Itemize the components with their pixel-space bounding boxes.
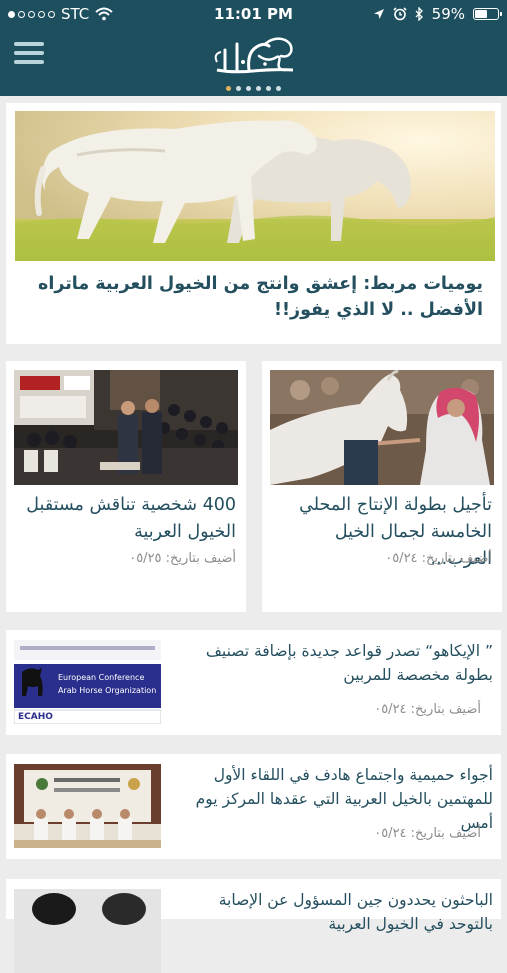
article-thumbnail: [14, 764, 161, 848]
bluetooth-icon: [415, 7, 423, 21]
carrier-info: STC: [8, 5, 113, 23]
article-card[interactable]: تأجيل بطولة الإنتاج المحلي الخامسة لجمال…: [262, 361, 502, 612]
page-dot[interactable]: [246, 85, 251, 91]
status-icons: 59%: [373, 5, 502, 23]
page-dot[interactable]: [256, 85, 261, 91]
article-thumbnail: European Conference Arab Horse Organizat…: [14, 640, 161, 724]
page-dot[interactable]: [226, 85, 231, 91]
featured-article-card[interactable]: يوميات مربط: إعشق وانتج من الخيول العربي…: [6, 103, 501, 344]
article-date: أضيف بتاريخ: ٠٥/٢٤: [385, 551, 492, 566]
list-item[interactable]: الباحثون يحددون جين المسؤول عن الإصابة ب…: [6, 879, 501, 973]
article-image: [270, 370, 494, 485]
article-thumbnail: [14, 889, 161, 973]
page-indicator[interactable]: [0, 80, 507, 96]
article-title[interactable]: الباحثون يحددون جين المسؤول عن الإصابة ب…: [178, 888, 493, 936]
article-title[interactable]: أجواء حميمية واجتماع هادف في اللقاء الأو…: [178, 763, 493, 835]
thumb-line2: Arab Horse Organization: [58, 686, 156, 695]
page-dot[interactable]: [276, 85, 281, 91]
article-date: أضيف بتاريخ: ٠٥/٢٤: [374, 826, 481, 841]
list-item[interactable]: European Conference Arab Horse Organizat…: [6, 630, 501, 735]
article-date: أضيف بتاريخ: ٠٥/٢٤: [374, 702, 481, 717]
list-item[interactable]: أجواء حميمية واجتماع هادف في اللقاء الأو…: [6, 754, 501, 859]
article-date: أضيف بتاريخ: ٠٥/٢٥: [129, 551, 236, 566]
page-dot[interactable]: [236, 85, 241, 91]
featured-article-image: [15, 111, 495, 261]
article-title[interactable]: 400 شخصية تناقش مستقبل الخيول العربية: [12, 492, 236, 546]
status-bar: STC 11:01 PM 59%: [0, 0, 507, 28]
location-arrow-icon: [373, 9, 384, 19]
battery-fill: [475, 10, 487, 18]
thumb-org: ECAHO: [18, 712, 53, 722]
alkhaial-logo[interactable]: [203, 32, 303, 78]
alarm-clock-icon: [393, 7, 407, 21]
article-title[interactable]: ” الإيكاهو“ تصدر قواعد جديدة بإضافة تصني…: [178, 639, 493, 687]
thumb-line1: European Conference: [58, 673, 144, 682]
featured-article-title[interactable]: يوميات مربط: إعشق وانتج من الخيول العربي…: [26, 271, 483, 323]
battery-percent: 59%: [431, 5, 465, 23]
article-image: [14, 370, 238, 485]
page-dot[interactable]: [266, 85, 271, 91]
article-card[interactable]: 400 شخصية تناقش مستقبل الخيول العربية أض…: [6, 361, 246, 612]
nav-bar: [0, 28, 507, 80]
signal-strength-icon: [8, 10, 55, 18]
battery-icon: [473, 8, 502, 20]
carrier-name: STC: [61, 5, 90, 23]
wifi-icon: [95, 7, 113, 21]
hamburger-menu-icon[interactable]: [14, 40, 46, 66]
